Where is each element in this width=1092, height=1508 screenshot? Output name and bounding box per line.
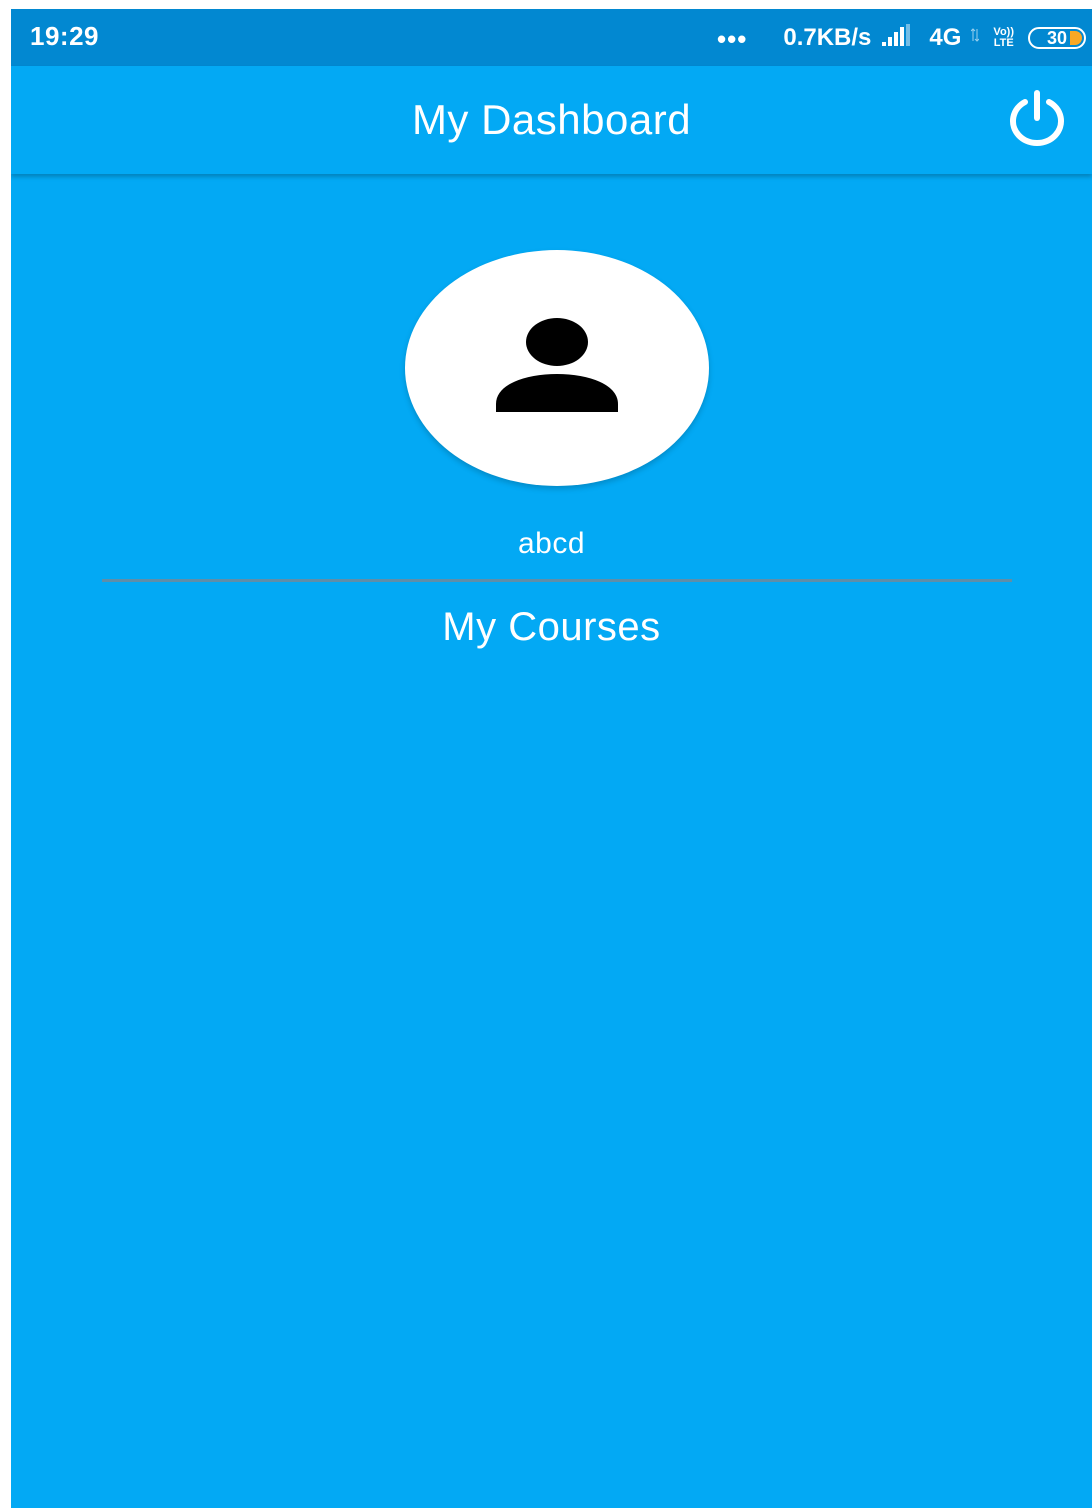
- battery-fill: [1070, 30, 1082, 45]
- volte-indicator: Vo)) LTE: [993, 25, 1014, 49]
- more-notifications-icon: •••: [717, 24, 748, 54]
- my-courses-title[interactable]: My Courses: [11, 605, 1092, 650]
- status-time: 19:29: [30, 21, 99, 51]
- person-icon: [496, 318, 618, 412]
- status-indicators: ••• 0.7KB/s 4G Vo)) LTE 30: [717, 9, 1086, 66]
- page-title: My Dashboard: [411, 96, 692, 143]
- status-bar: 19:29 ••• 0.7KB/s 4G Vo)) LTE 30: [11, 9, 1092, 66]
- network-type: 4G: [929, 23, 962, 51]
- power-icon: [1010, 90, 1064, 146]
- data-arrows-icon: [971, 28, 980, 47]
- network-speed: 0.7KB/s: [783, 23, 872, 51]
- app-bar: My Dashboard: [11, 66, 1092, 174]
- app-screen: 19:29 ••• 0.7KB/s 4G Vo)) LTE 30 My Dash…: [11, 9, 1092, 1508]
- avatar[interactable]: [405, 250, 709, 486]
- divider: [102, 579, 1012, 582]
- signal-icon: [881, 23, 917, 52]
- battery-icon: 30: [1028, 26, 1086, 49]
- logout-button[interactable]: [1000, 90, 1074, 150]
- username: abcd: [517, 527, 586, 560]
- battery-level: 30: [1046, 27, 1068, 48]
